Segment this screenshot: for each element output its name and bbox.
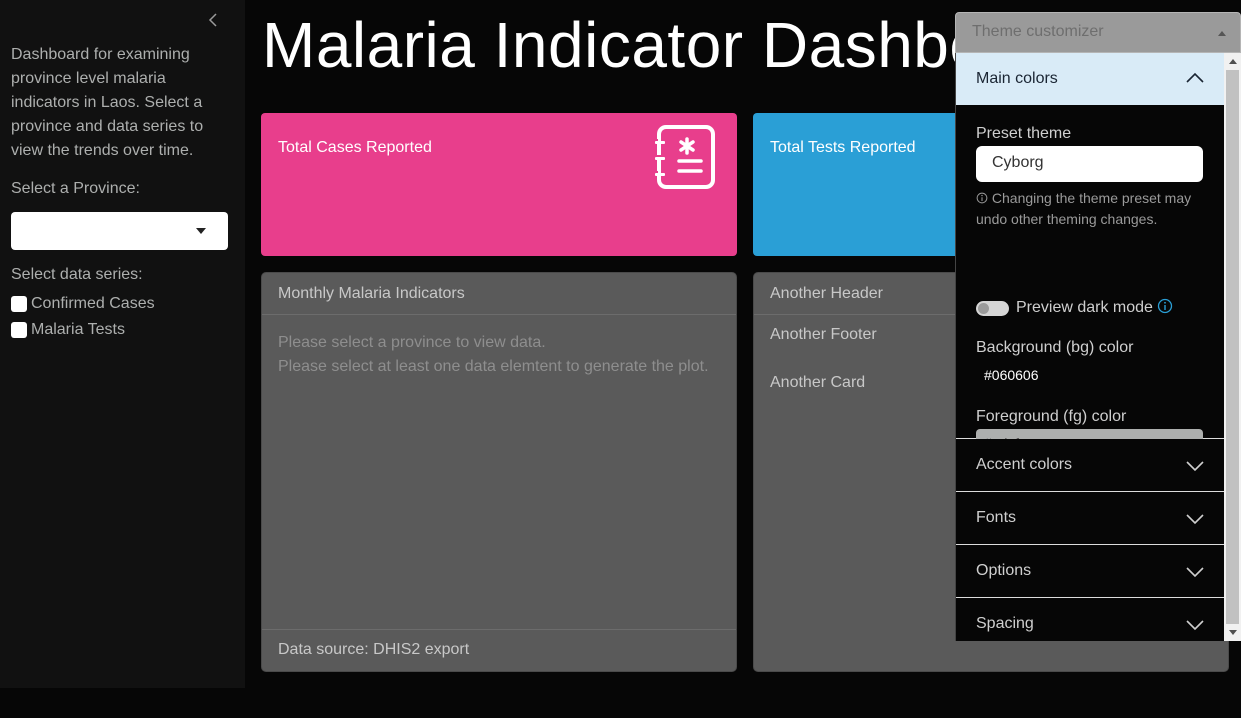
caret-down-icon <box>196 228 206 234</box>
card-header: Monthly Malaria Indicators <box>262 273 736 315</box>
province-label: Select a Province: <box>11 180 140 197</box>
chevron-down-icon <box>1186 620 1204 631</box>
confirmed-cases-label: Confirmed Cases <box>31 295 155 312</box>
dark-mode-toggle[interactable] <box>976 301 1009 316</box>
preset-hint: Changing the theme preset may undo other… <box>976 188 1206 230</box>
accordion-title: Main colors <box>976 70 1058 87</box>
info-icon[interactable] <box>1157 298 1173 314</box>
accordion-fonts[interactable]: Fonts <box>956 492 1224 545</box>
value-box-title: Total Tests Reported <box>770 139 916 156</box>
monthly-indicators-card: Monthly Malaria Indicators Please select… <box>261 272 737 672</box>
scrollbar-thumb[interactable] <box>1226 70 1239 624</box>
accordion-title: Spacing <box>976 615 1034 632</box>
data-series-label: Select data series: <box>11 266 143 283</box>
medical-record-icon <box>655 125 715 189</box>
caret-up-icon <box>1218 31 1226 36</box>
fg-color-label: Foreground (fg) color <box>976 408 1127 425</box>
chevron-down-icon <box>1186 514 1204 525</box>
value-box-total-cases: Total Cases Reported <box>261 113 737 256</box>
chevron-down-icon <box>1186 461 1204 472</box>
bg-color-label: Background (bg) color <box>976 339 1134 356</box>
scroll-up-arrow-icon[interactable] <box>1229 59 1237 64</box>
accordion-title: Fonts <box>976 509 1017 526</box>
accordion-main-colors-body: Preset theme Cyborg Changing the theme p… <box>956 105 1224 458</box>
preset-hint-text: Changing the theme preset may undo other… <box>976 190 1192 227</box>
card-footer-text: Another Footer <box>770 326 877 343</box>
dark-mode-label-text: Preview dark mode <box>1016 299 1153 316</box>
accordion-accent-colors[interactable]: Accent colors <box>956 439 1224 492</box>
theme-customizer-toggle[interactable]: Theme customizer <box>955 12 1241 53</box>
confirmed-cases-checkbox[interactable] <box>11 296 27 312</box>
info-circle-icon <box>976 192 988 204</box>
dark-mode-label: Preview dark mode <box>1016 298 1173 317</box>
chevron-left-icon <box>208 13 217 27</box>
bg-color-input[interactable]: #060606 <box>984 367 1039 383</box>
preset-theme-select[interactable]: Cyborg <box>976 146 1203 182</box>
series-option-confirmed-cases[interactable]: Confirmed Cases <box>11 294 155 314</box>
card-body-text: Another Card <box>770 374 866 391</box>
accordion-main-colors-header[interactable]: Main colors <box>956 53 1224 105</box>
sidebar: Dashboard for examining province level m… <box>0 0 245 688</box>
card-footer: Data source: DHIS2 export <box>262 629 736 671</box>
province-select[interactable] <box>11 212 228 250</box>
scroll-down-arrow-icon[interactable] <box>1229 630 1237 635</box>
malaria-tests-label: Malaria Tests <box>31 321 125 338</box>
series-option-malaria-tests[interactable]: Malaria Tests <box>11 320 125 340</box>
chevron-up-icon <box>1186 72 1204 83</box>
sidebar-collapse-button[interactable] <box>204 10 222 30</box>
province-message: Please select a province to view data. <box>278 334 546 351</box>
data-element-message: Please select at least one data elemtent… <box>278 358 709 375</box>
toggle-knob <box>978 303 989 314</box>
card-body-messages: Please select a province to view data. P… <box>278 331 709 379</box>
preset-theme-label: Preset theme <box>976 125 1072 142</box>
value-box-title: Total Cases Reported <box>278 139 432 156</box>
sidebar-description: Dashboard for examining province level m… <box>11 46 204 159</box>
theme-customizer-title: Theme customizer <box>972 23 1104 40</box>
malaria-tests-checkbox[interactable] <box>11 322 27 338</box>
accordion-spacing[interactable]: Spacing <box>956 598 1224 641</box>
accordion-title: Accent colors <box>976 456 1073 473</box>
scrollbar[interactable] <box>1224 53 1241 641</box>
chevron-down-icon <box>1186 567 1204 578</box>
accordion-title: Options <box>976 562 1032 579</box>
accordion-options[interactable]: Options <box>956 545 1224 598</box>
theme-customizer-panel: Main colors Preset theme Cyborg Changing… <box>955 53 1241 641</box>
